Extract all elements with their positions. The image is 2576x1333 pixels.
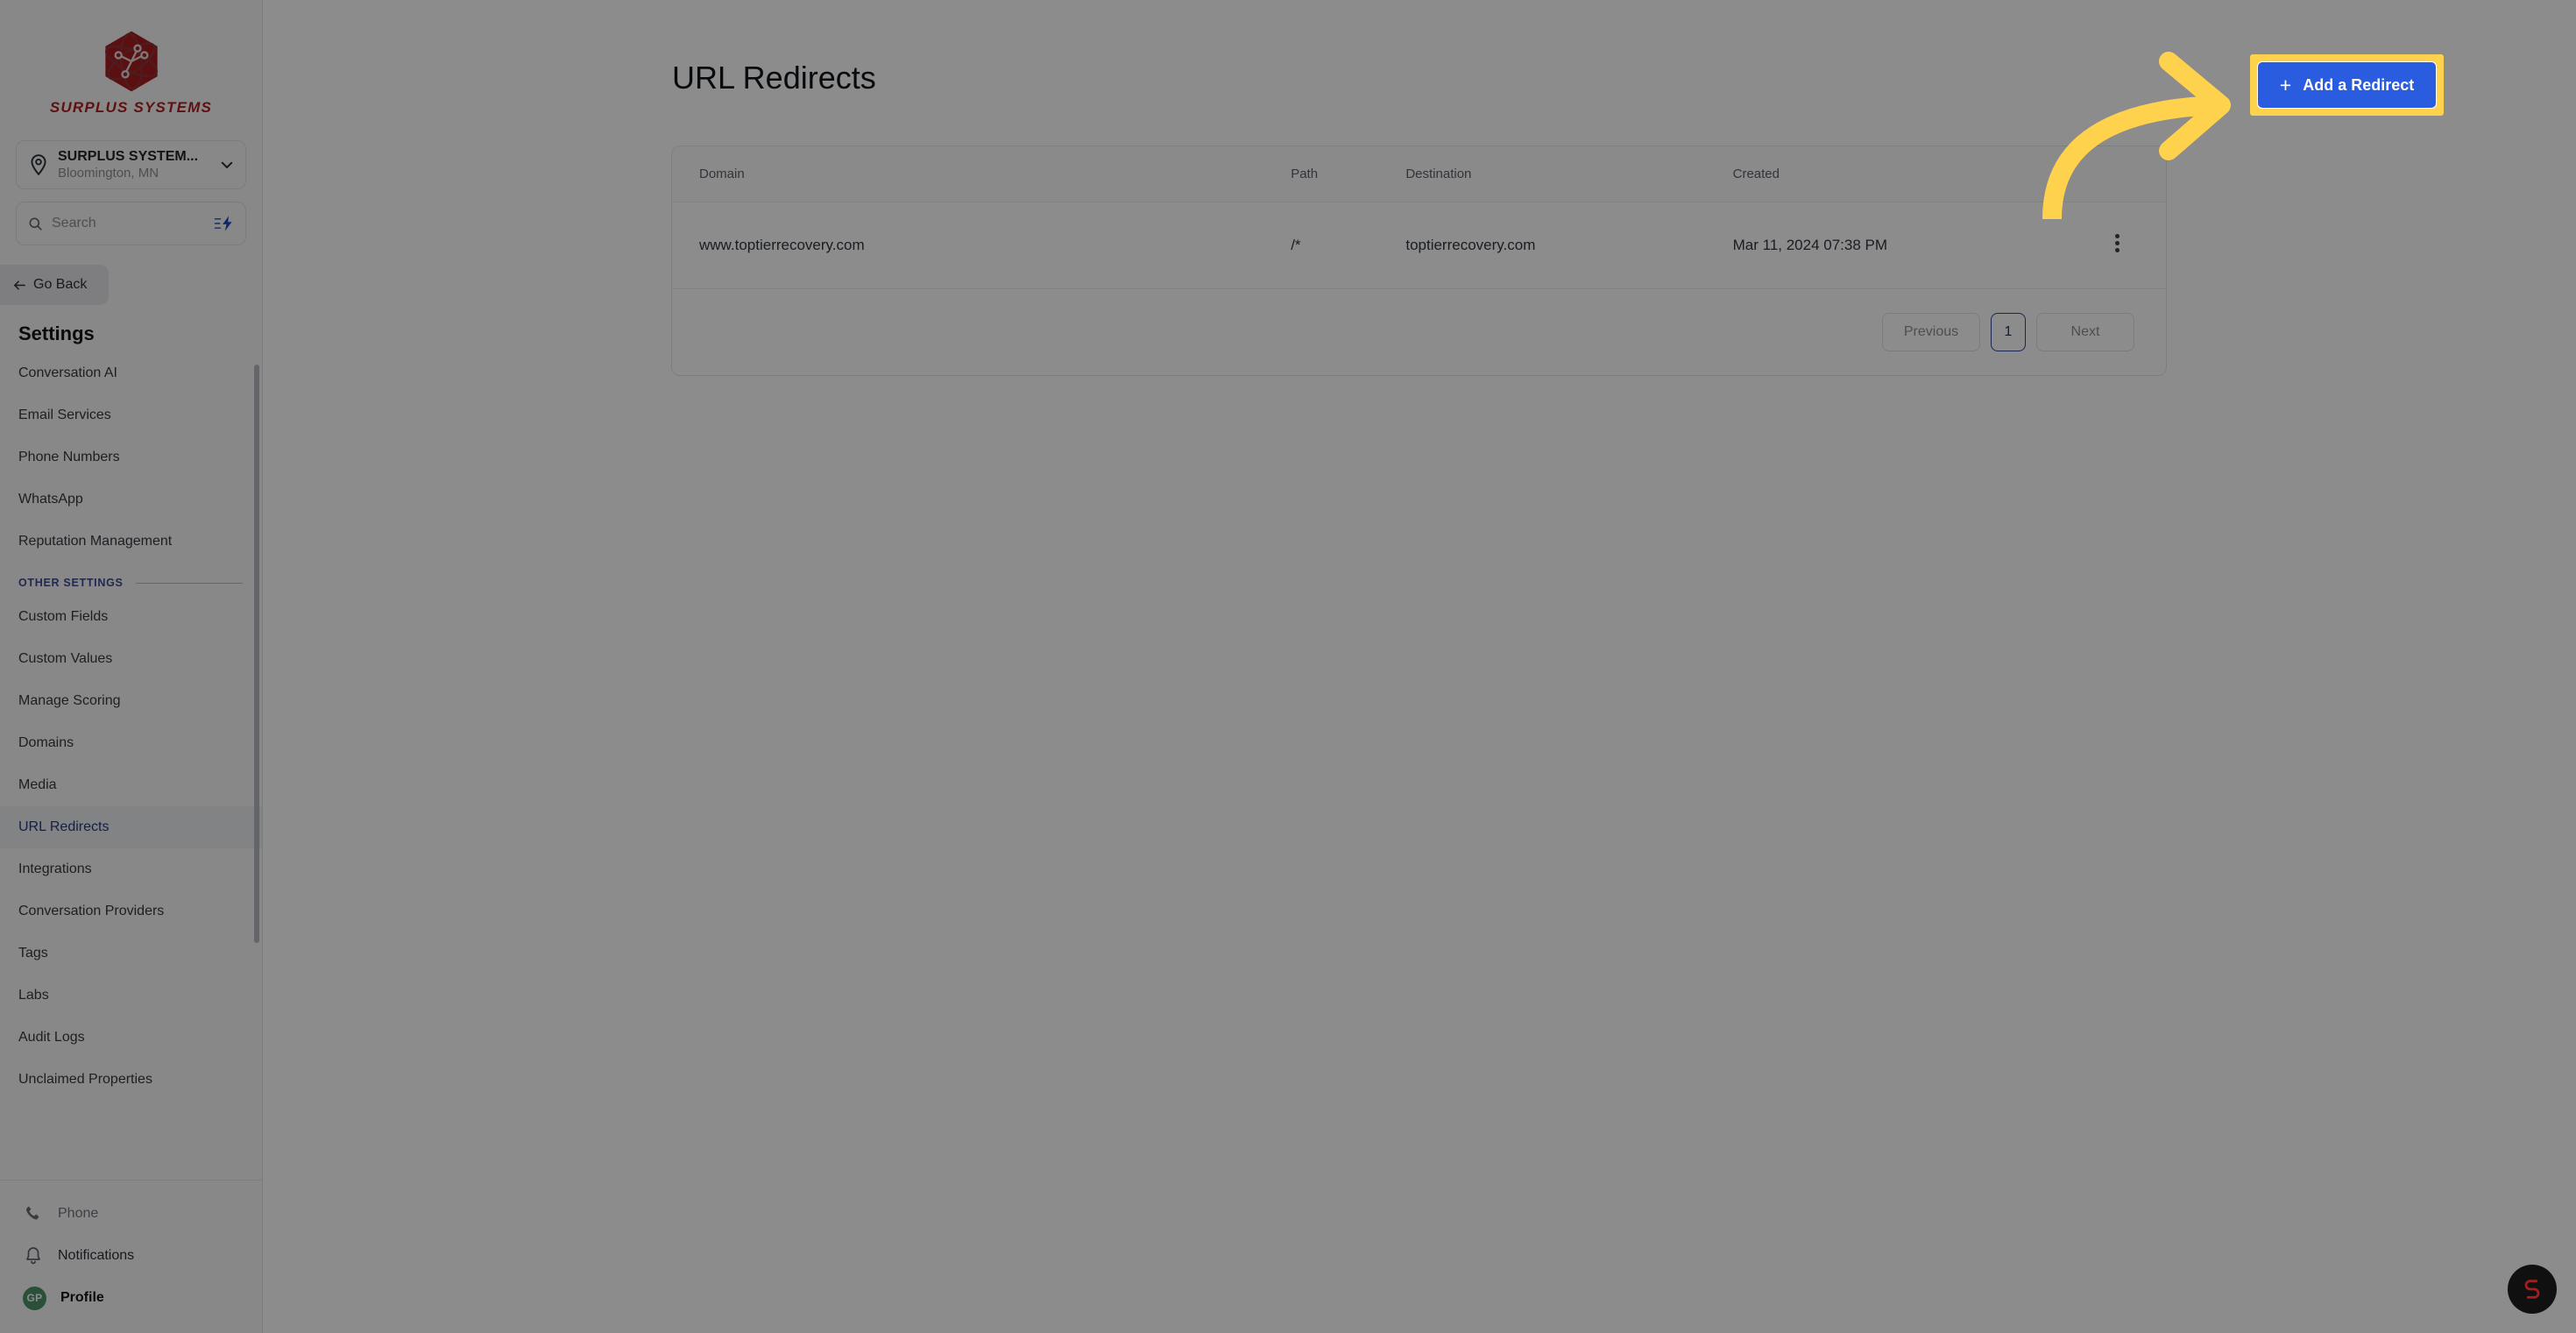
sidebar-item-audit-logs[interactable]: Audit Logs	[0, 1017, 262, 1059]
sidebar-nav: Conversation AI Email Services Phone Numbe…	[0, 352, 262, 1180]
search-icon	[29, 217, 42, 230]
sidebar-item-label: Conversation Providers	[18, 904, 165, 918]
search-box[interactable]: Search	[16, 202, 246, 245]
col-header-created: Created	[1732, 146, 2069, 202]
table-head: Domain Path Destination Created	[672, 146, 2166, 202]
sidebar-item-unclaimed-properties[interactable]: Unclaimed Properties	[0, 1059, 262, 1101]
sidebar-item-label: Phone Numbers	[18, 450, 120, 464]
sidebar-item-notifications-label: Notifications	[58, 1248, 135, 1263]
sidebar-item-conversation-providers[interactable]: Conversation Providers	[0, 890, 262, 932]
sidebar-item-label: Reputation Management	[18, 534, 173, 549]
sidebar-item-label: Conversation AI	[18, 365, 117, 380]
sidebar: SURPLUS SYSTEMS SURPLUS SYSTEM... Bloomi…	[0, 0, 263, 1333]
sidebar-item-label: Labs	[18, 988, 49, 1003]
brand-logo-text: SURPLUS SYSTEMS	[49, 99, 213, 116]
sidebar-item-url-redirects[interactable]: URL Redirects	[0, 806, 262, 848]
go-back-button[interactable]: Go Back	[0, 265, 109, 305]
cell-created: Mar 11, 2024 07:38 PM	[1732, 202, 2069, 289]
cell-destination: toptierrecovery.com	[1405, 202, 1733, 289]
sidebar-item-labs[interactable]: Labs	[0, 975, 262, 1017]
col-header-domain: Domain	[672, 146, 1292, 202]
table-body: www.toptierrecovery.com/* toptierrecovery…	[672, 202, 2166, 289]
sidebar-primary-nav: Conversation AI Email Services Phone Numbe…	[0, 352, 262, 563]
page-title: URL Redirects	[672, 60, 876, 96]
location-selector[interactable]: SURPLUS SYSTEM... Bloomington, MN	[16, 140, 246, 189]
sidebar-item-label: Email Services	[18, 408, 111, 422]
page-number-1[interactable]: 1	[1991, 313, 2026, 351]
app-root: SURPLUS SYSTEMS SURPLUS SYSTEM... Bloomi…	[0, 0, 2576, 1333]
sidebar-item-label: Unclaimed Properties	[18, 1072, 152, 1087]
chevron-down-icon	[221, 161, 233, 168]
support-logo-icon	[2524, 1280, 2540, 1299]
sidebar-item-label: Domains	[18, 735, 74, 750]
sidebar-item-label: Tags	[18, 946, 48, 961]
cell-actions	[2068, 202, 2166, 289]
redirects-card: Domain Path Destination Created www.topt…	[671, 145, 2167, 376]
table-row[interactable]: www.toptierrecovery.com/* toptierrecovery…	[672, 202, 2166, 289]
sidebar-scrollbar[interactable]	[254, 365, 259, 943]
other-settings-label: OTHER SETTINGS	[18, 577, 124, 589]
location-name: SURPLUS SYSTEM...	[58, 148, 199, 164]
other-settings-section-header: OTHER SETTINGS	[0, 563, 262, 596]
sidebar-item-label: Audit Logs	[18, 1030, 85, 1045]
sidebar-item-phone-numbers[interactable]: Phone Numbers	[0, 436, 262, 479]
surplus-systems-logo-icon	[104, 31, 158, 92]
arrow-left-icon	[14, 280, 25, 290]
sidebar-item-label: Custom Values	[18, 651, 113, 666]
sidebar-section-title: Settings	[18, 323, 95, 344]
sidebar-item-tags[interactable]: Tags	[0, 932, 262, 975]
go-back-label: Go Back	[33, 277, 88, 292]
sidebar-item-profile-label: Profile	[60, 1290, 104, 1305]
brand-logo: SURPLUS SYSTEMS	[0, 0, 262, 131]
sidebar-item-custom-fields[interactable]: Custom Fields	[0, 596, 262, 638]
sidebar-item-label: Manage Scoring	[18, 693, 121, 708]
redirects-table: Domain Path Destination Created www.topt…	[672, 146, 2166, 289]
sidebar-item-integrations[interactable]: Integrations	[0, 848, 262, 890]
location-texts: SURPLUS SYSTEM... Bloomington, MN	[58, 148, 219, 182]
bell-icon	[26, 1247, 40, 1265]
pagination: Previous 1 Next	[672, 289, 2166, 375]
add-redirect-button[interactable]: + Add a Redirect	[2257, 61, 2437, 109]
sidebar-item-custom-values[interactable]: Custom Values	[0, 638, 262, 680]
sidebar-item-media[interactable]: Media	[0, 764, 262, 806]
sidebar-item-label: Custom Fields	[18, 609, 109, 624]
sidebar-item-whatsapp[interactable]: WhatsApp	[0, 479, 262, 521]
sidebar-footer: Phone Notifications GP Profile	[0, 1180, 262, 1333]
sidebar-item-conversation-ai[interactable]: Conversation AI	[0, 352, 262, 394]
search-input[interactable]: Search	[52, 216, 212, 231]
add-redirect-label: Add a Redirect	[2303, 75, 2415, 94]
lightning-bolt-icon[interactable]	[212, 214, 235, 233]
sidebar-item-domains[interactable]: Domains	[0, 722, 262, 764]
previous-page-button[interactable]: Previous	[1882, 313, 1980, 351]
sidebar-item-email-services[interactable]: Email Services	[0, 394, 262, 436]
section-divider	[135, 582, 243, 584]
sidebar-item-phone[interactable]: Phone	[0, 1193, 262, 1235]
phone-icon	[26, 1206, 39, 1220]
sidebar-item-manage-scoring[interactable]: Manage Scoring	[0, 680, 262, 722]
sidebar-other-nav: Custom Fields Custom Values Manage Scoring…	[0, 596, 262, 1101]
sidebar-item-profile[interactable]: GP Profile	[0, 1277, 262, 1319]
col-header-destination: Destination	[1405, 146, 1733, 202]
sidebar-item-phone-label: Phone	[58, 1206, 99, 1221]
cell-domain: www.toptierrecovery.com	[672, 202, 1292, 289]
sidebar-item-label: Media	[18, 777, 57, 792]
add-redirect-highlight: + Add a Redirect	[2250, 54, 2444, 116]
main-content: URL Redirects Domain Path Destination Cr…	[263, 0, 2576, 1333]
sidebar-item-label: Integrations	[18, 861, 92, 876]
sidebar-item-label: URL Redirects	[18, 819, 110, 834]
plus-icon: +	[2279, 73, 2292, 96]
col-header-path: Path	[1291, 146, 1406, 202]
location-pin-icon	[31, 154, 46, 176]
sidebar-item-label: WhatsApp	[18, 492, 83, 507]
table-header-row: Domain Path Destination Created	[672, 146, 2166, 202]
sidebar-item-reputation-management[interactable]: Reputation Management	[0, 521, 262, 563]
location-sublabel: Bloomington, MN	[58, 165, 159, 181]
col-header-actions	[2068, 146, 2166, 202]
avatar: GP	[23, 1286, 46, 1310]
next-page-button[interactable]: Next	[2036, 313, 2134, 351]
cell-path: /*	[1291, 202, 1406, 289]
sidebar-item-notifications[interactable]: Notifications	[0, 1235, 262, 1277]
row-overflow-menu-icon[interactable]	[2114, 231, 2120, 255]
support-chat-bubble[interactable]	[2508, 1265, 2557, 1314]
